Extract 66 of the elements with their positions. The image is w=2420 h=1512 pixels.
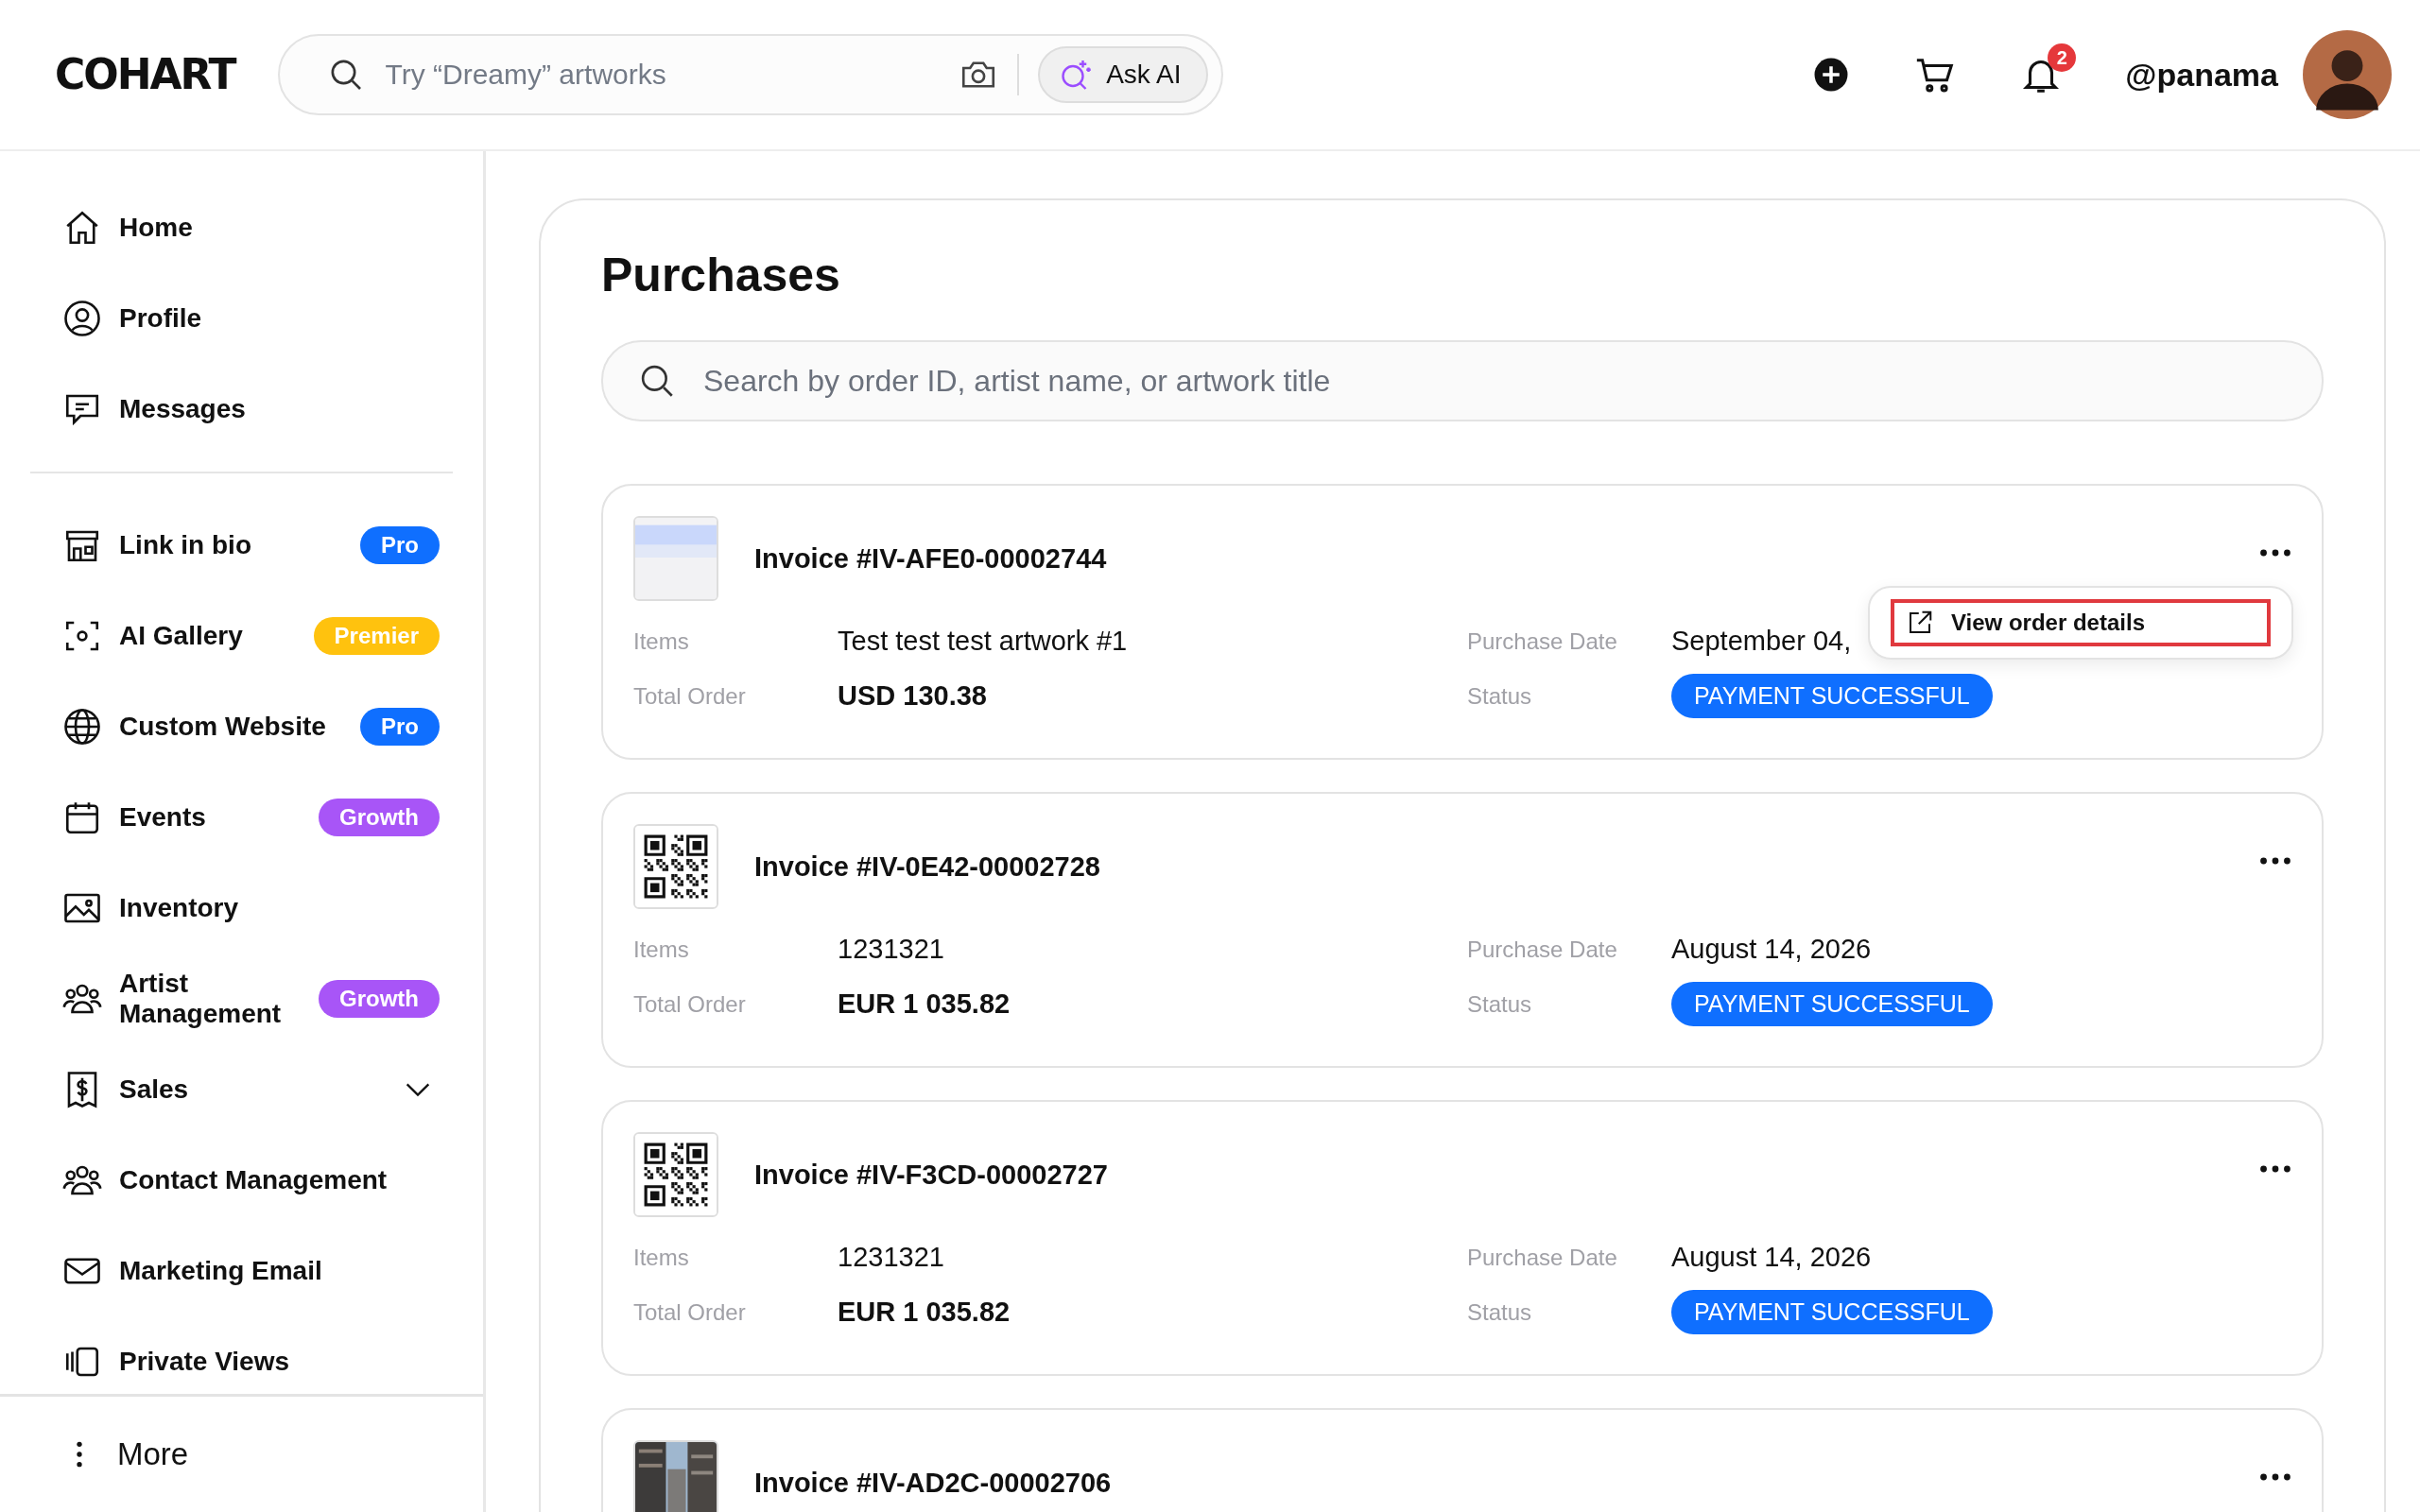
invoice-title[interactable]: Invoice #IV-AD2C-00002706 bbox=[754, 1467, 1112, 1499]
notification-badge: 2 bbox=[2048, 43, 2077, 72]
items-value: 1231321 bbox=[838, 1242, 944, 1273]
status-badge: PAYMENT SUCCESSFUL bbox=[1671, 1290, 1993, 1334]
view-order-details-item[interactable]: View order details bbox=[1891, 599, 2271, 646]
sidebar-item[interactable]: Private Views bbox=[30, 1316, 453, 1394]
profile-icon bbox=[62, 299, 102, 338]
sidebar-item[interactable]: Contact Management bbox=[30, 1135, 453, 1226]
sidebar-item[interactable]: Messages bbox=[30, 364, 453, 455]
status-badge: PAYMENT SUCCESSFUL bbox=[1671, 674, 1993, 718]
avatar[interactable] bbox=[2303, 30, 2392, 119]
purchase-date: August 14, 2026 bbox=[1671, 934, 1872, 965]
total-value: USD 130.38 bbox=[838, 680, 987, 712]
field-label: Total Order bbox=[633, 1298, 746, 1326]
purchase-date: September 04, bbox=[1671, 626, 1852, 657]
invoice-title[interactable]: Invoice #IV-F3CD-00002727 bbox=[754, 1159, 1108, 1191]
logo[interactable]: COHART bbox=[55, 49, 235, 100]
purchase-date: August 14, 2026 bbox=[1671, 1242, 1872, 1273]
sidebar-item[interactable]: Events Growth bbox=[30, 772, 453, 863]
more-options-icon[interactable] bbox=[2259, 548, 2291, 558]
field-label: Status bbox=[1467, 682, 1532, 710]
sparkle-search-icon bbox=[1059, 58, 1094, 92]
globe-icon bbox=[62, 707, 102, 747]
sidebar-item[interactable]: AI Gallery Premier bbox=[30, 591, 453, 681]
total-value: EUR 1 035.82 bbox=[838, 988, 1011, 1020]
plan-badge: Premier bbox=[313, 617, 440, 655]
items-value: 1231321 bbox=[838, 934, 944, 965]
total-value: EUR 1 035.82 bbox=[838, 1297, 1011, 1328]
sidebar-item[interactable]: Inventory bbox=[30, 863, 453, 954]
more-options-icon[interactable] bbox=[2259, 856, 2291, 866]
ask-ai-button[interactable]: Ask AI bbox=[1038, 46, 1208, 103]
page-title: Purchases bbox=[601, 248, 841, 302]
field-label: Items bbox=[633, 936, 689, 963]
more-options-icon[interactable] bbox=[2259, 1164, 2291, 1174]
plan-badge: Pro bbox=[360, 708, 440, 746]
field-label: Purchase Date bbox=[1467, 1244, 1617, 1271]
invoice-title[interactable]: Invoice #IV-0E42-00002728 bbox=[754, 850, 1100, 883]
plan-badge: Growth bbox=[319, 980, 440, 1018]
username[interactable]: @panama bbox=[2125, 56, 2278, 94]
search-field[interactable]: Search by order ID, artist name, or artwork title bbox=[601, 340, 2324, 421]
more-item[interactable]: More bbox=[0, 1394, 483, 1512]
sidebar-item[interactable]: Profile bbox=[30, 273, 453, 364]
field-label: Items bbox=[633, 1244, 689, 1271]
field-label: Items bbox=[633, 627, 689, 655]
sidebar-item[interactable]: Custom Website Pro bbox=[30, 681, 453, 772]
items-value: Test test test artwork #1 bbox=[838, 626, 1128, 657]
status-badge: PAYMENT SUCCESSFUL bbox=[1671, 982, 1993, 1026]
sidebar-item[interactable]: Marketing Email bbox=[30, 1226, 453, 1316]
search-input[interactable]: Search by order ID, artist name, or artwork title bbox=[701, 362, 2288, 400]
sidebar-item[interactable]: Home bbox=[30, 182, 453, 273]
qr-code-icon bbox=[633, 1132, 718, 1217]
field-label: Purchase Date bbox=[1467, 936, 1617, 963]
field-label: Status bbox=[1467, 990, 1532, 1018]
plan-badge: Growth bbox=[319, 799, 440, 836]
field-label: Purchase Date bbox=[1467, 627, 1617, 655]
sidebar-item[interactable]: Sales bbox=[30, 1044, 453, 1135]
invoice-title[interactable]: Invoice #IV-AFE0-00002744 bbox=[754, 542, 1107, 575]
field-label: Status bbox=[1467, 1298, 1532, 1326]
field-label: Total Order bbox=[633, 682, 746, 710]
sidebar-item[interactable]: Link in bio Pro bbox=[30, 500, 453, 591]
plan-badge: Pro bbox=[360, 526, 440, 564]
field-label: Total Order bbox=[633, 990, 746, 1018]
sidebar-item[interactable]: Artist Management Growth bbox=[30, 954, 453, 1044]
search-input[interactable]: Try “Dreamy” artworks bbox=[383, 58, 941, 92]
more-options-icon[interactable] bbox=[2259, 1472, 2291, 1482]
qr-code-icon bbox=[633, 824, 718, 909]
